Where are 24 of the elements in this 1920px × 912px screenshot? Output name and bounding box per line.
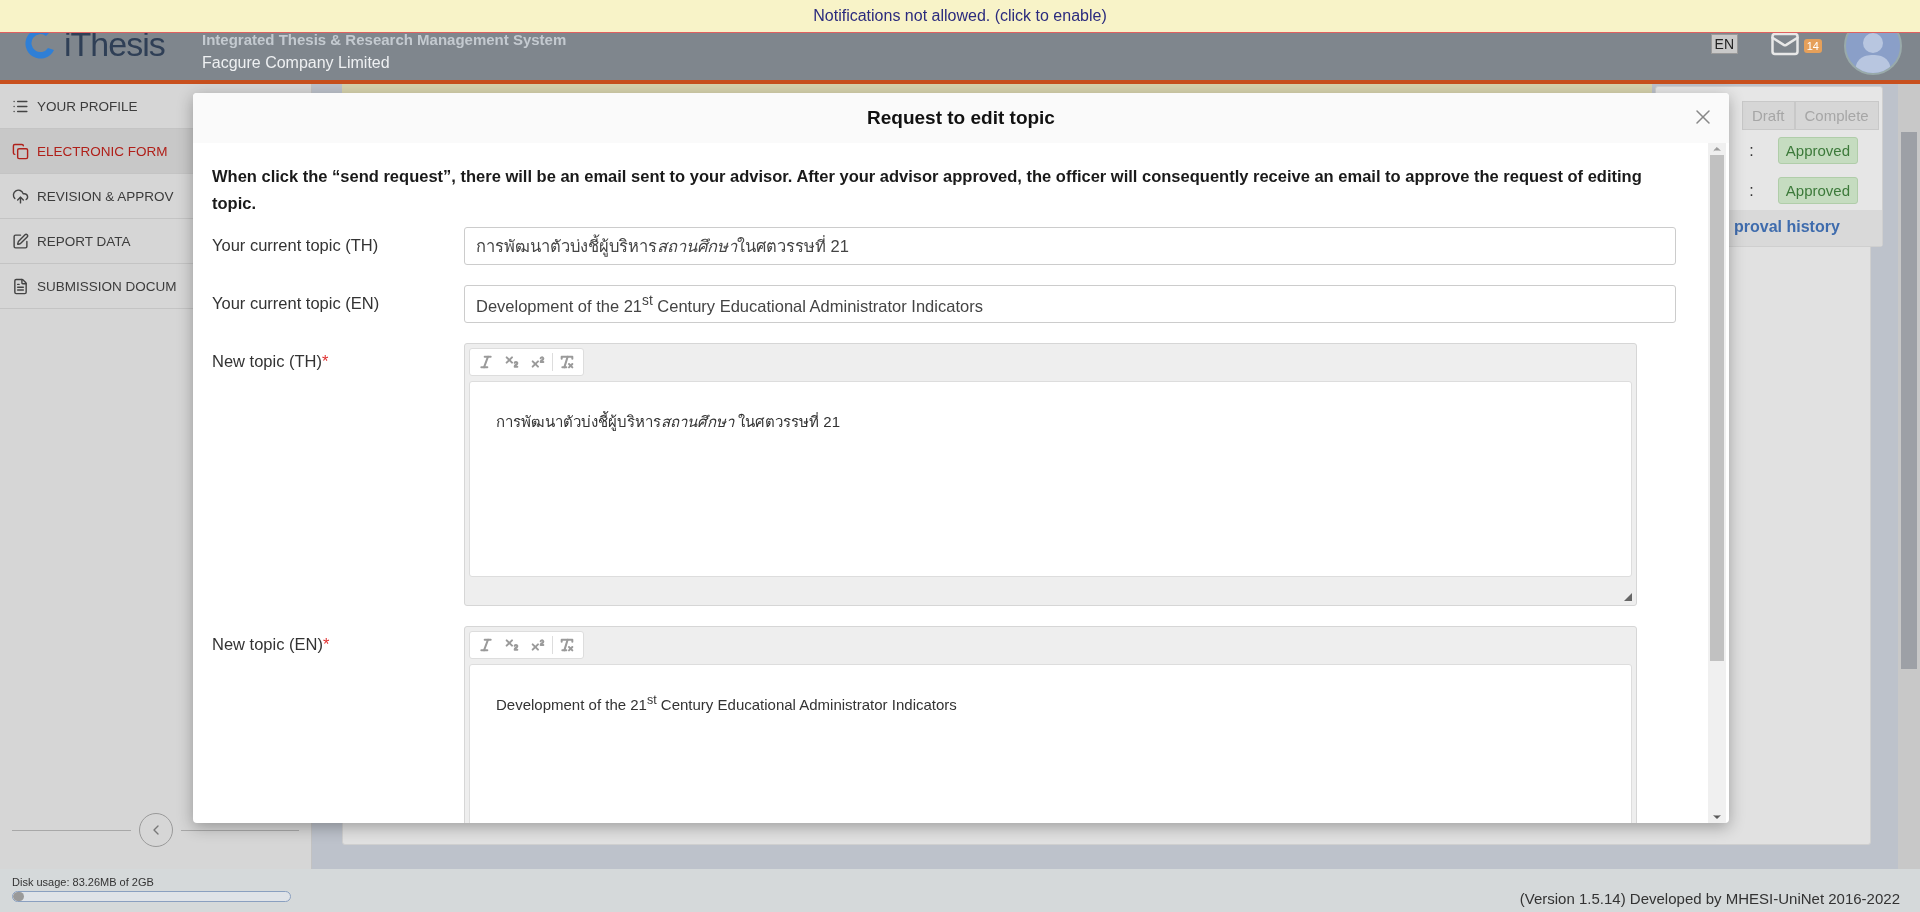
mail-count: 14: [1803, 39, 1822, 53]
version-text: (Version 1.5.14) Developed by MHESI-UniNet 2016-2022: [1519, 890, 1900, 909]
menu-item-label: ELECTRONIC FORM: [37, 143, 168, 159]
status-badge: Approved: [1777, 177, 1858, 204]
colon-text: :: [1749, 141, 1754, 160]
menu-item-label: REPORT DATA: [37, 233, 131, 249]
input-field[interactable]: การพัฒนาตัวบ่งชี้ผู้บริหารสถานศึกษาในศตวรรษที่ 21: [464, 227, 1676, 265]
menu-item-label: REVISION & APPROV: [37, 188, 174, 204]
editor-input[interactable]: Development of the 21$^{st}$ Century Educational Administrator Indicators: [469, 664, 1632, 823]
app-title: Integrated Thesis & Research Management System: [202, 30, 568, 48]
disk-usage-label: Disk usage: 83.26MB of 2GB: [12, 876, 155, 888]
field-label: New topic (TH)*: [212, 351, 329, 370]
dialog-title: Request to edit topic: [867, 107, 1055, 129]
language-button[interactable]: EN: [1710, 34, 1738, 54]
notification-text[interactable]: Notifications not allowed. (click to enable): [813, 7, 1107, 25]
field-label: New topic (EN)*: [212, 634, 330, 653]
input-field[interactable]: Development of the 21$^{st}$ Century Educational Administrator Indicators: [464, 285, 1676, 323]
notification-bar[interactable]: Notifications not allowed. (click to enable): [0, 0, 1920, 33]
menu-item-label: SUBMISSION DOCUM: [37, 278, 177, 294]
company-name: Facgure Company Limited: [202, 53, 391, 72]
menu-item-label: YOUR PROFILE: [37, 98, 138, 114]
editor-input[interactable]: การพัฒนาตัวบ่งชี้ผู้บริหารสถานศึกษา ในศตวรรษที่ 21: [469, 381, 1632, 577]
colon-text: :: [1749, 181, 1754, 200]
status-badge: Approved: [1777, 137, 1858, 164]
